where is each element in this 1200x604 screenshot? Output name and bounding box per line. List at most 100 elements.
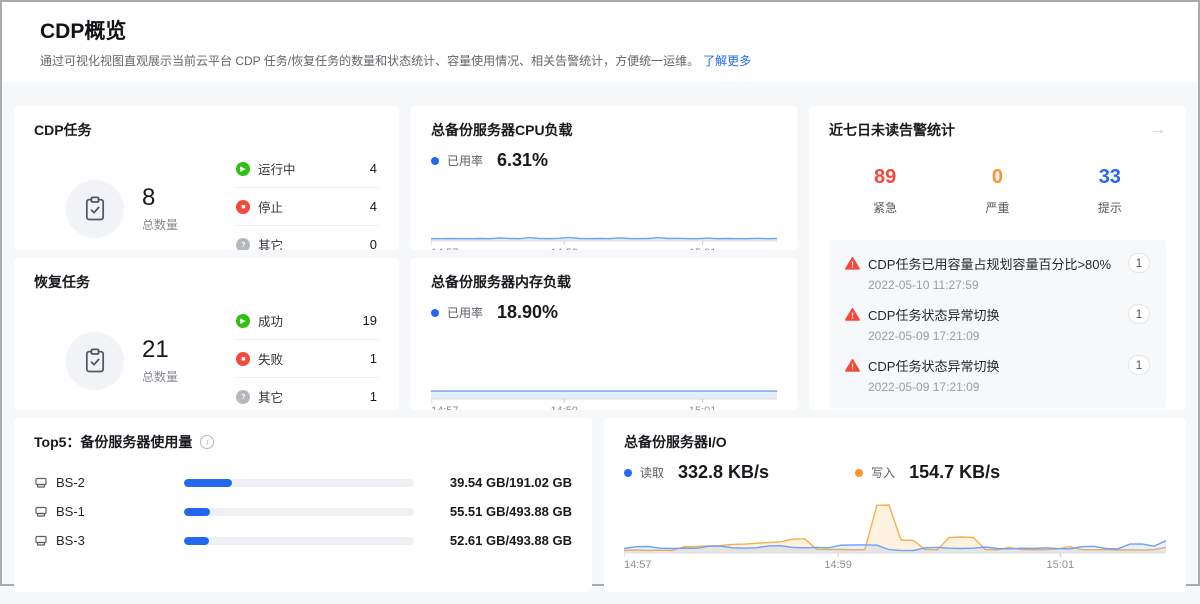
usage-value: 55.51 GB/493.88 GB: [430, 504, 572, 519]
alert-count-badge: 1: [1128, 355, 1150, 375]
restore-status-list: ▶ 成功 19 ■ 失败 1 ? 其它 1: [234, 302, 379, 410]
alarm-stat-severe: 0 严重: [941, 166, 1053, 216]
server-icon: [34, 534, 48, 548]
cdp-tasks-total-label: 总数量: [142, 216, 178, 233]
alert-text: CDP任务状态异常切换: [868, 356, 1120, 375]
usage-bar: [184, 479, 414, 487]
svg-text:15:01: 15:01: [689, 247, 717, 250]
cpu-usage-chart: 14:5714:5915:01: [431, 197, 777, 250]
svg-text:14:59: 14:59: [550, 405, 578, 410]
io-title: 总备份服务器I/O: [624, 432, 1166, 452]
cdp-tasks-total: 8 总数量: [34, 180, 234, 238]
alarm-stats-card: 近七日未读告警统计 → 89 紧急 0 严重 33 提示: [809, 106, 1186, 410]
write-value: 154.7 KB/s: [909, 462, 1000, 483]
memory-load-title: 总备份服务器内存负载: [431, 272, 777, 292]
server-icon: [34, 505, 48, 519]
memory-legend-row: 已用率 18.90%: [431, 302, 777, 323]
status-row-stopped: ■ 停止 4: [234, 188, 379, 226]
status-row-success: ▶ 成功 19: [234, 302, 379, 340]
cdp-tasks-title: CDP任务: [34, 120, 379, 140]
cdp-tasks-total-text: 8 总数量: [142, 184, 178, 233]
critical-count: 89: [829, 166, 941, 189]
status-label: 停止: [258, 197, 362, 216]
alert-count-badge: 1: [1128, 304, 1150, 324]
alarm-stats-row: 89 紧急 0 严重 33 提示: [829, 166, 1166, 216]
critical-label: 紧急: [829, 199, 941, 216]
alert-item[interactable]: ! CDP任务已用容量占规划容量百分比>80% 1 2022-05-10 11:…: [845, 253, 1150, 292]
success-status-icon: ▶: [236, 314, 250, 328]
page-subtitle: 通过可视化视图直观展示当前云平台 CDP 任务/恢复任务的数量和状态统计、容量使…: [40, 52, 1160, 69]
question-status-icon: ?: [236, 238, 250, 251]
alarm-card-title: 近七日未读告警统计: [829, 120, 955, 140]
usage-value: 52.61 GB/493.88 GB: [430, 533, 572, 548]
alarm-card-head: 近七日未读告警统计 →: [829, 120, 1166, 140]
svg-text:15:01: 15:01: [689, 405, 717, 410]
svg-text:!: !: [851, 310, 854, 320]
arrow-right-icon[interactable]: →: [1150, 122, 1166, 138]
read-label: 读取: [640, 464, 664, 481]
status-label: 运行中: [258, 159, 362, 178]
alarm-stat-notice: 33 提示: [1054, 166, 1166, 216]
svg-text:!: !: [851, 361, 854, 371]
memory-legend-label: 已用率: [447, 304, 483, 321]
write-legend-dot: [855, 469, 863, 477]
restore-tasks-total: 21 总数量: [34, 332, 234, 390]
svg-text:15:01: 15:01: [1047, 559, 1075, 571]
server-name: BS-1: [56, 504, 85, 519]
cpu-load-title: 总备份服务器CPU负载: [431, 120, 777, 140]
read-value: 332.8 KB/s: [678, 462, 769, 483]
warning-triangle-icon: !: [845, 256, 860, 271]
usage-bar: [184, 537, 414, 545]
running-status-icon: ▶: [236, 162, 250, 176]
cdp-tasks-body: 8 总数量 ▶ 运行中 4 ■ 停止 4: [34, 154, 379, 250]
cdp-status-list: ▶ 运行中 4 ■ 停止 4 ? 其它 0: [234, 150, 379, 250]
server-name: BS-2: [56, 475, 85, 490]
page-subtitle-text: 通过可视化视图直观展示当前云平台 CDP 任务/恢复任务的数量和状态统计、容量使…: [40, 54, 699, 68]
status-row-other: ? 其它 0: [234, 226, 379, 250]
status-label: 其它: [258, 235, 362, 250]
usage-bar-fill: [184, 479, 232, 487]
write-legend: 写入 154.7 KB/s: [855, 462, 1000, 483]
cpu-load-card: 总备份服务器CPU负载 已用率 6.31% 14:5714:5915:01: [411, 106, 797, 250]
alert-timestamp: 2022-05-09 17:21:09: [868, 329, 1150, 343]
read-legend: 读取 332.8 KB/s: [624, 462, 769, 483]
svg-text:14:59: 14:59: [550, 247, 578, 250]
alert-timestamp: 2022-05-10 11:27:59: [868, 278, 1150, 292]
io-chart: 14:5714:5915:01: [624, 497, 1166, 571]
server-usage-row: BS-2 39.54 GB/191.02 GB: [34, 468, 572, 497]
svg-text:14:57: 14:57: [624, 559, 652, 571]
usage-bar: [184, 508, 414, 516]
page-header: CDP概览 通过可视化视图直观展示当前云平台 CDP 任务/恢复任务的数量和状态…: [2, 2, 1198, 82]
cdp-tasks-total-count: 8: [142, 184, 178, 212]
status-row-running: ▶ 运行中 4: [234, 150, 379, 188]
warning-triangle-icon: !: [845, 358, 860, 373]
warning-triangle-icon: !: [845, 307, 860, 322]
question-status-icon: ?: [236, 390, 250, 404]
info-icon[interactable]: i: [200, 435, 214, 449]
read-legend-dot: [624, 469, 632, 477]
top5-title: Top5：备份服务器使用量: [34, 432, 192, 452]
cdp-overview-page: CDP概览 通过可视化视图直观展示当前云平台 CDP 任务/恢复任务的数量和状态…: [2, 2, 1198, 604]
io-legends: 读取 332.8 KB/s 写入 154.7 KB/s: [624, 462, 1166, 483]
cpu-legend-row: 已用率 6.31%: [431, 150, 777, 171]
status-row-failed: ■ 失败 1: [234, 340, 379, 378]
write-label: 写入: [871, 464, 895, 481]
restore-tasks-title: 恢复任务: [34, 272, 379, 292]
top5-usage-card: Top5：备份服务器使用量 i BS-2 39.54 GB/191.02 GB: [14, 418, 592, 592]
status-label: 其它: [258, 387, 362, 406]
memory-legend-dot: [431, 309, 439, 317]
status-value: 0: [370, 237, 377, 250]
status-value: 1: [370, 351, 377, 366]
restore-tasks-body: 21 总数量 ▶ 成功 19 ■ 失败 1: [34, 306, 379, 410]
alert-item[interactable]: ! CDP任务状态异常切换 1 2022-05-09 17:21:09: [845, 304, 1150, 343]
top-grid: CDP任务 8 总数量: [14, 106, 1186, 410]
svg-text:14:57: 14:57: [431, 405, 459, 410]
alert-item[interactable]: ! CDP任务状态异常切换 1 2022-05-09 17:21:09: [845, 355, 1150, 394]
restore-tasks-total-label: 总数量: [142, 368, 178, 385]
usage-bar-fill: [184, 537, 209, 545]
usage-bar-fill: [184, 508, 210, 516]
alert-text: CDP任务已用容量占规划容量百分比>80%: [868, 254, 1120, 273]
memory-usage-value: 18.90%: [497, 302, 558, 323]
server-usage-row: BS-3 52.61 GB/493.88 GB: [34, 526, 572, 555]
learn-more-link[interactable]: 了解更多: [703, 54, 751, 68]
